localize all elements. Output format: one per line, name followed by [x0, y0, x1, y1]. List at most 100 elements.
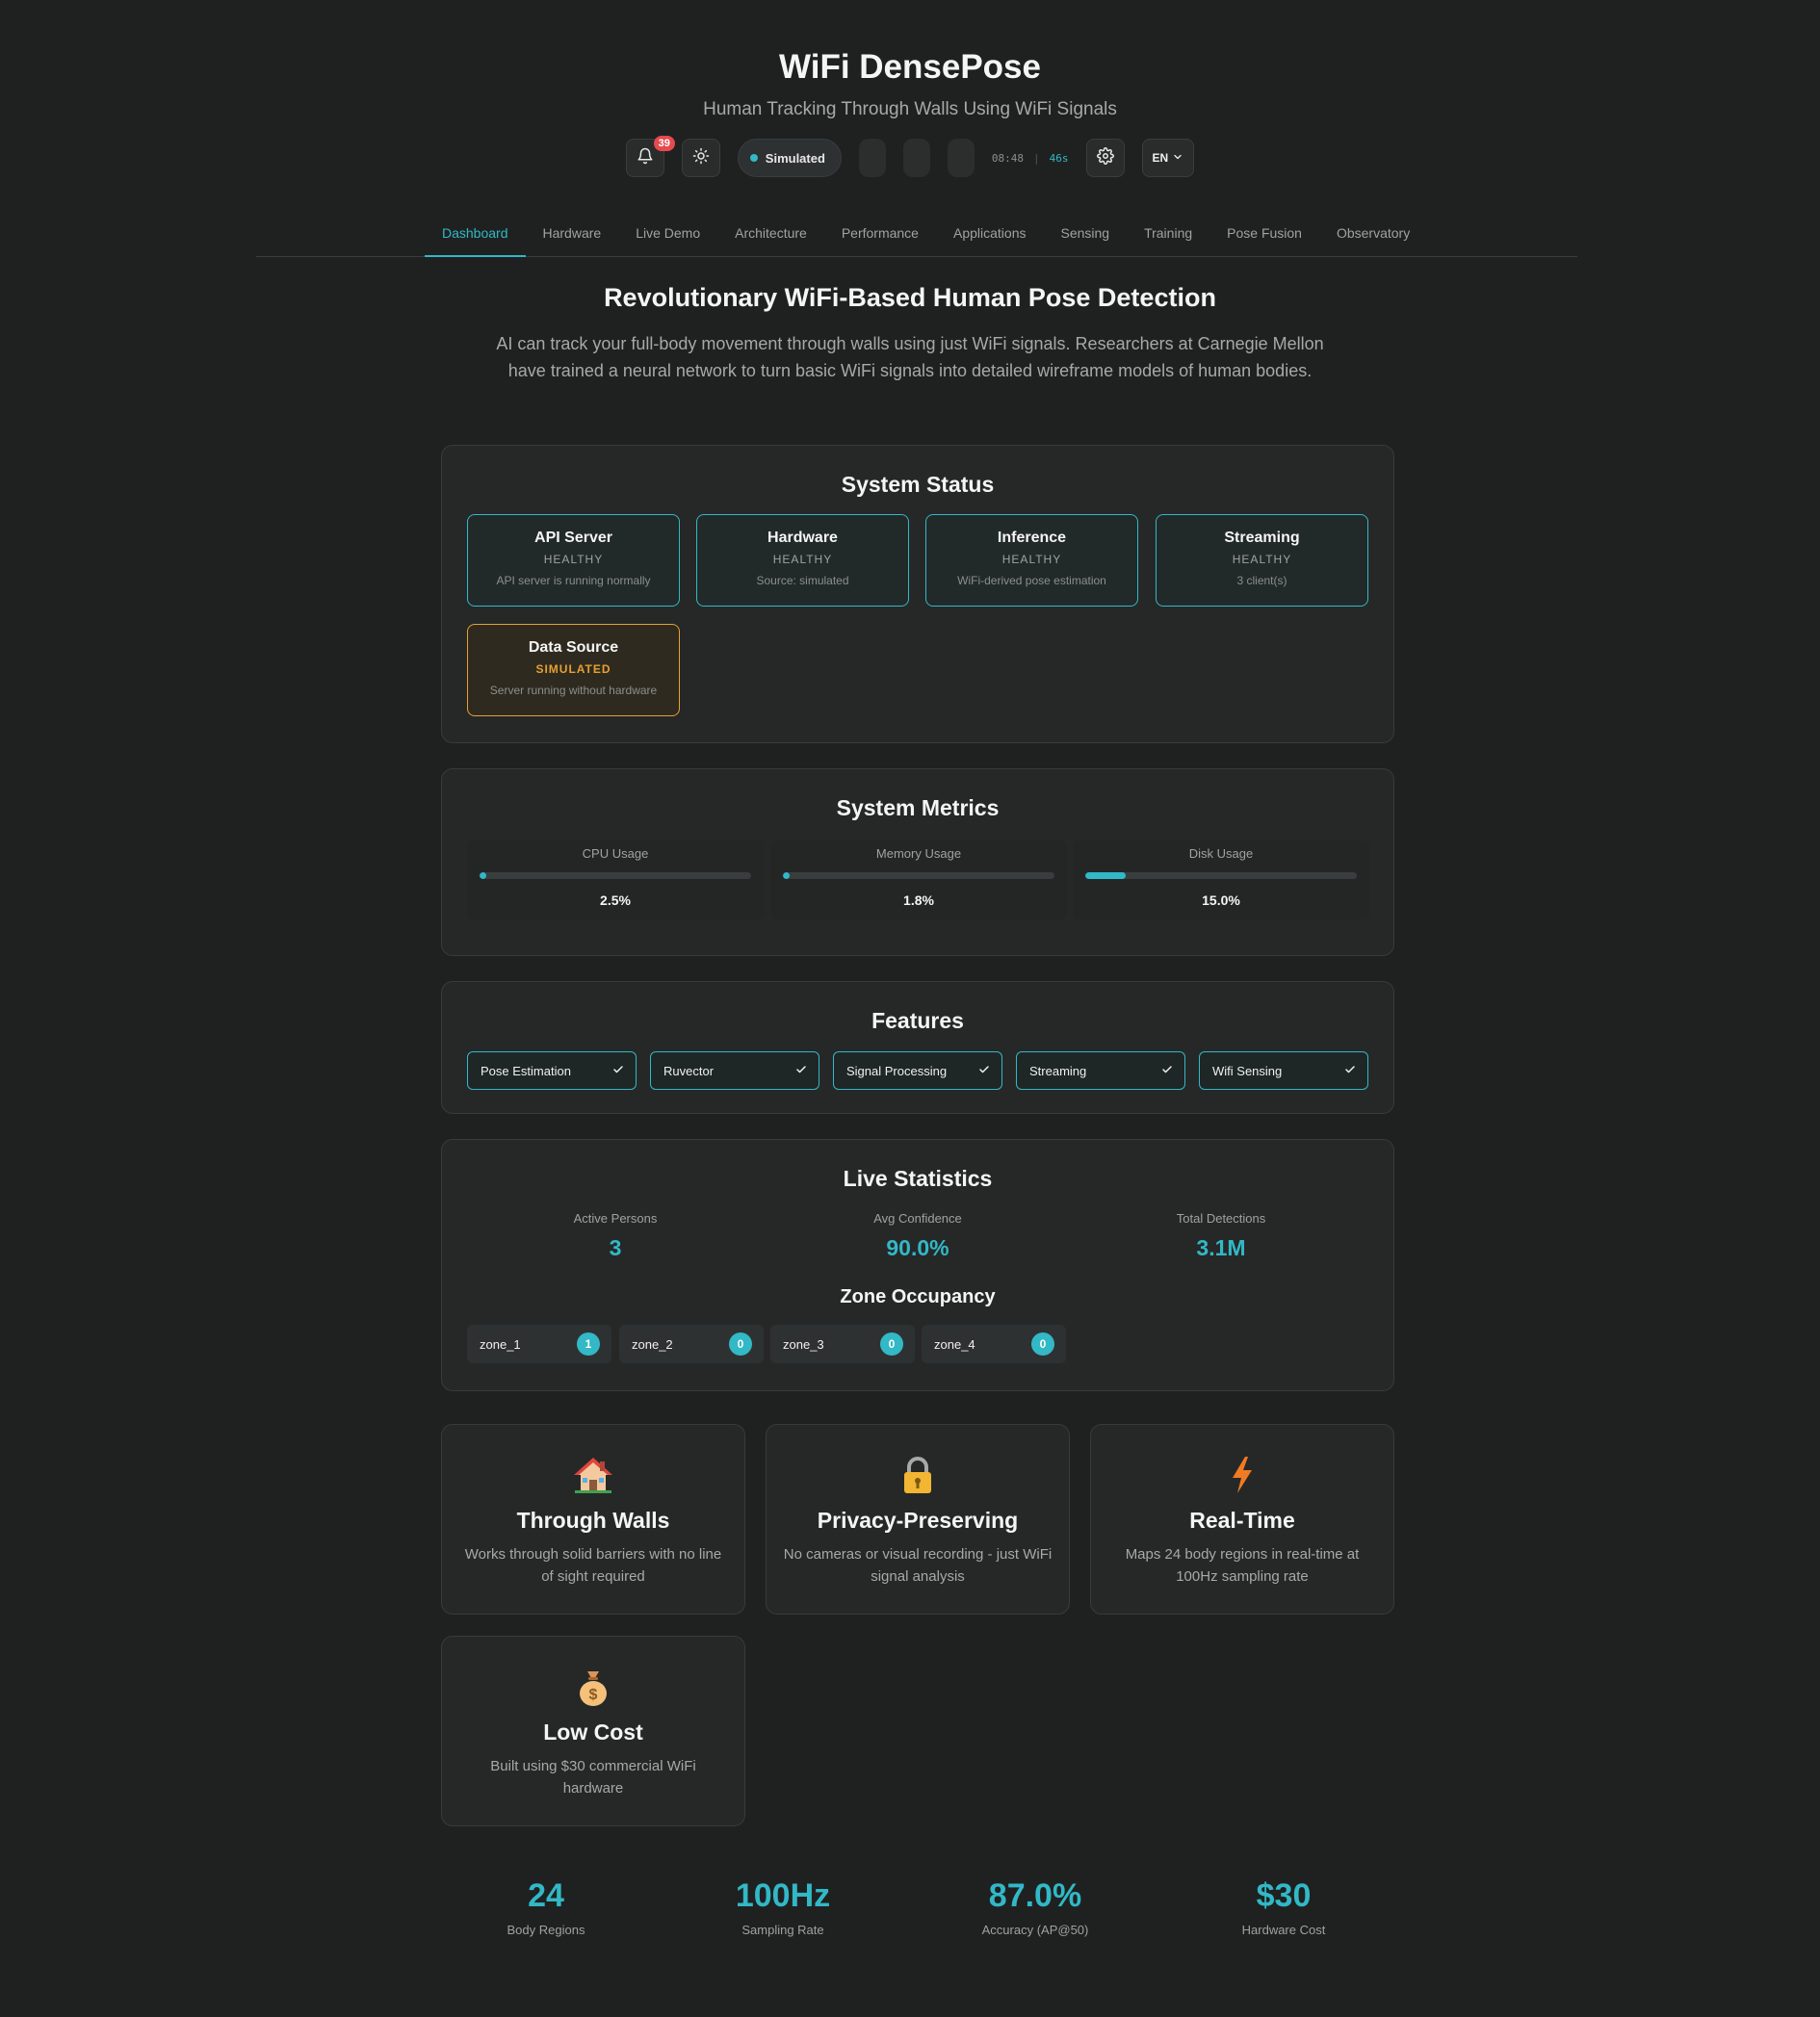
tab-performance[interactable]: Performance [824, 214, 936, 257]
status-state: HEALTHY [1232, 553, 1292, 566]
status-dot [749, 154, 758, 162]
tile-low-cost: $ Low Cost Built using $30 commercial Wi… [441, 1636, 745, 1826]
system-metrics-title: System Metrics [836, 795, 1000, 820]
check-icon [1344, 1064, 1356, 1078]
status-state: HEALTHY [772, 553, 833, 566]
metric-label: Memory Usage [875, 846, 962, 861]
tab-sensing[interactable]: Sensing [1043, 214, 1127, 257]
notifications-button[interactable]: 39 [625, 136, 675, 177]
language-select[interactable]: EN [1141, 139, 1195, 177]
tile-title: Privacy-Preserving [817, 1508, 1019, 1533]
metric-label: CPU Usage [582, 846, 649, 861]
feature-label: Signal Processing [846, 1063, 948, 1078]
feature-label: Ruvector [663, 1063, 715, 1078]
hero-description: AI can track your full-body movement thr… [496, 334, 1324, 380]
tab-hardware[interactable]: Hardware [526, 214, 619, 257]
feature-wifi-sensing[interactable]: Wifi Sensing [1199, 1051, 1368, 1090]
tile-through-walls: Through Walls Works through solid barrie… [441, 1424, 745, 1615]
stat-value: $30 [1256, 1877, 1312, 1914]
zone-item: zone_4 0 [922, 1325, 1066, 1363]
data-mode-indicator[interactable]: Simulated [737, 139, 842, 177]
chevron-down-icon [1172, 151, 1183, 166]
zone-count-badge: 0 [1031, 1332, 1054, 1356]
tab-applications[interactable]: Applications [936, 214, 1044, 257]
progress-fill [480, 872, 487, 879]
status-api-server: API Server HEALTHY API server is running… [467, 514, 680, 607]
stat-hardware-cost: $30 Hardware Cost [1178, 1877, 1390, 1937]
status-description: 3 client(s) [1236, 574, 1287, 587]
feature-streaming[interactable]: Streaming [1016, 1051, 1185, 1090]
clock-time: 08:48 [991, 151, 1025, 165]
app-subtitle: Human Tracking Through Walls Using WiFi … [703, 99, 1117, 119]
tab-architecture[interactable]: Architecture [717, 214, 824, 257]
zone-item: zone_3 0 [770, 1325, 915, 1363]
status-name: Hardware [767, 530, 838, 546]
check-icon [795, 1064, 807, 1078]
feature-signal-processing[interactable]: Signal Processing [833, 1051, 1002, 1090]
settings-button[interactable] [1085, 139, 1125, 177]
lightning-icon [1221, 1454, 1263, 1496]
metric-memory: Memory Usage 1.8% [770, 840, 1067, 919]
status-inference: Inference HEALTHY WiFi-derived pose esti… [925, 514, 1138, 607]
indicator-placeholder-3 [947, 139, 975, 177]
stat-avg-confidence: Avg Confidence 90.0% [812, 1211, 1024, 1261]
status-state: SIMULATED [535, 662, 611, 676]
tile-title: Through Walls [516, 1508, 670, 1533]
features-title: Features [871, 1008, 964, 1033]
live-statistics-title: Live Statistics [843, 1166, 993, 1191]
gear-icon [1096, 146, 1114, 169]
stat-sampling-rate: 100Hz Sampling Rate [677, 1877, 889, 1937]
progress-bar [480, 872, 751, 879]
tab-observatory[interactable]: Observatory [1319, 214, 1427, 257]
status-name: Streaming [1224, 530, 1300, 546]
money-bag-icon: $ [572, 1666, 614, 1708]
stat-label: Avg Confidence [873, 1211, 962, 1226]
progress-fill [783, 872, 791, 879]
tab-live-demo[interactable]: Live Demo [618, 214, 717, 257]
zone-item: zone_1 1 [467, 1325, 611, 1363]
system-metrics-card: System Metrics CPU Usage 2.5% Memory Usa… [441, 768, 1394, 956]
status-state: HEALTHY [1001, 553, 1062, 566]
feature-label: Streaming [1029, 1063, 1087, 1078]
stat-accuracy: 87.0% Accuracy (AP@50) [929, 1877, 1141, 1937]
tab-training[interactable]: Training [1127, 214, 1209, 257]
stat-value: 87.0% [988, 1877, 1082, 1914]
stat-body-regions: 24 Body Regions [440, 1877, 652, 1937]
status-hardware: Hardware HEALTHY Source: simulated [696, 514, 909, 607]
stat-value: 3.1M [1196, 1235, 1246, 1260]
tile-real-time: Real-Time Maps 24 body regions in real-t… [1090, 1424, 1394, 1615]
zone-item: zone_2 0 [619, 1325, 764, 1363]
zone-name: zone_3 [783, 1336, 824, 1352]
zone-name: zone_4 [934, 1336, 975, 1352]
stat-label: Sampling Rate [741, 1923, 824, 1937]
progress-bar [783, 872, 1054, 879]
theme-toggle-button[interactable] [681, 139, 720, 177]
stat-value: 24 [528, 1877, 564, 1914]
stat-label: Accuracy (AP@50) [981, 1923, 1089, 1937]
status-state: HEALTHY [543, 553, 604, 566]
system-status-title: System Status [841, 472, 995, 497]
status-name: API Server [534, 530, 612, 546]
system-status-card: System Status API Server HEALTHY API ser… [441, 445, 1394, 743]
zone-name: zone_1 [480, 1336, 521, 1352]
stat-value: 3 [609, 1235, 622, 1260]
zone-count-badge: 0 [880, 1332, 903, 1356]
tab-pose-fusion[interactable]: Pose Fusion [1209, 214, 1319, 257]
features-card: Features Pose Estimation Ruvector Signal… [441, 981, 1394, 1114]
stat-label: Active Persons [573, 1211, 658, 1226]
status-name: Data Source [528, 639, 619, 656]
svg-text:$: $ [589, 1687, 598, 1703]
metric-disk: Disk Usage 15.0% [1073, 840, 1369, 919]
metric-value: 15.0% [1202, 892, 1240, 908]
stat-active-persons: Active Persons 3 [509, 1211, 721, 1261]
zone-occupancy-title: Zone Occupancy [840, 1286, 996, 1307]
status-description: Source: simulated [756, 574, 849, 587]
stat-label: Hardware Cost [1241, 1923, 1326, 1937]
feature-pose-estimation[interactable]: Pose Estimation [467, 1051, 637, 1090]
feature-ruvector[interactable]: Ruvector [650, 1051, 819, 1090]
app-title: WiFi DensePose [779, 48, 1041, 86]
tab-dashboard[interactable]: Dashboard [425, 214, 526, 257]
sun-icon [692, 147, 710, 169]
zone-count-badge: 0 [729, 1332, 752, 1356]
tile-privacy-preserving: Privacy-Preserving No cameras or visual … [766, 1424, 1070, 1615]
